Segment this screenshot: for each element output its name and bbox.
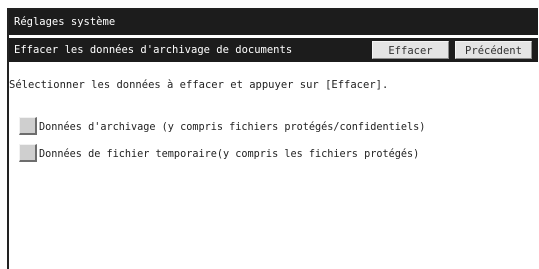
temporary-data-label: Données de fichier temporaire(y compris … (39, 148, 420, 160)
option-temporary-data[interactable]: Données de fichier temporaire(y compris … (19, 143, 419, 163)
effacer-button[interactable]: Effacer (372, 41, 449, 59)
sub-header-bar: Effacer les données d'archivage de docum… (9, 38, 538, 62)
temporary-data-checkbox[interactable] (19, 144, 37, 162)
instruction-text: Sélectionner les données à effacer et ap… (9, 79, 389, 91)
page-title: Réglages système (14, 16, 116, 28)
archive-data-checkbox[interactable] (19, 117, 37, 135)
section-title: Effacer les données d'archivage de docum… (14, 44, 293, 56)
settings-panel: Réglages système Effacer les données d'a… (7, 8, 538, 269)
screen: Réglages système Effacer les données d'a… (0, 0, 539, 269)
option-archive-data[interactable]: Données d'archivage (y compris fichiers … (19, 116, 425, 136)
precedent-button[interactable]: Précédent (455, 41, 532, 59)
title-bar: Réglages système (9, 10, 538, 35)
archive-data-label: Données d'archivage (y compris fichiers … (39, 121, 426, 133)
